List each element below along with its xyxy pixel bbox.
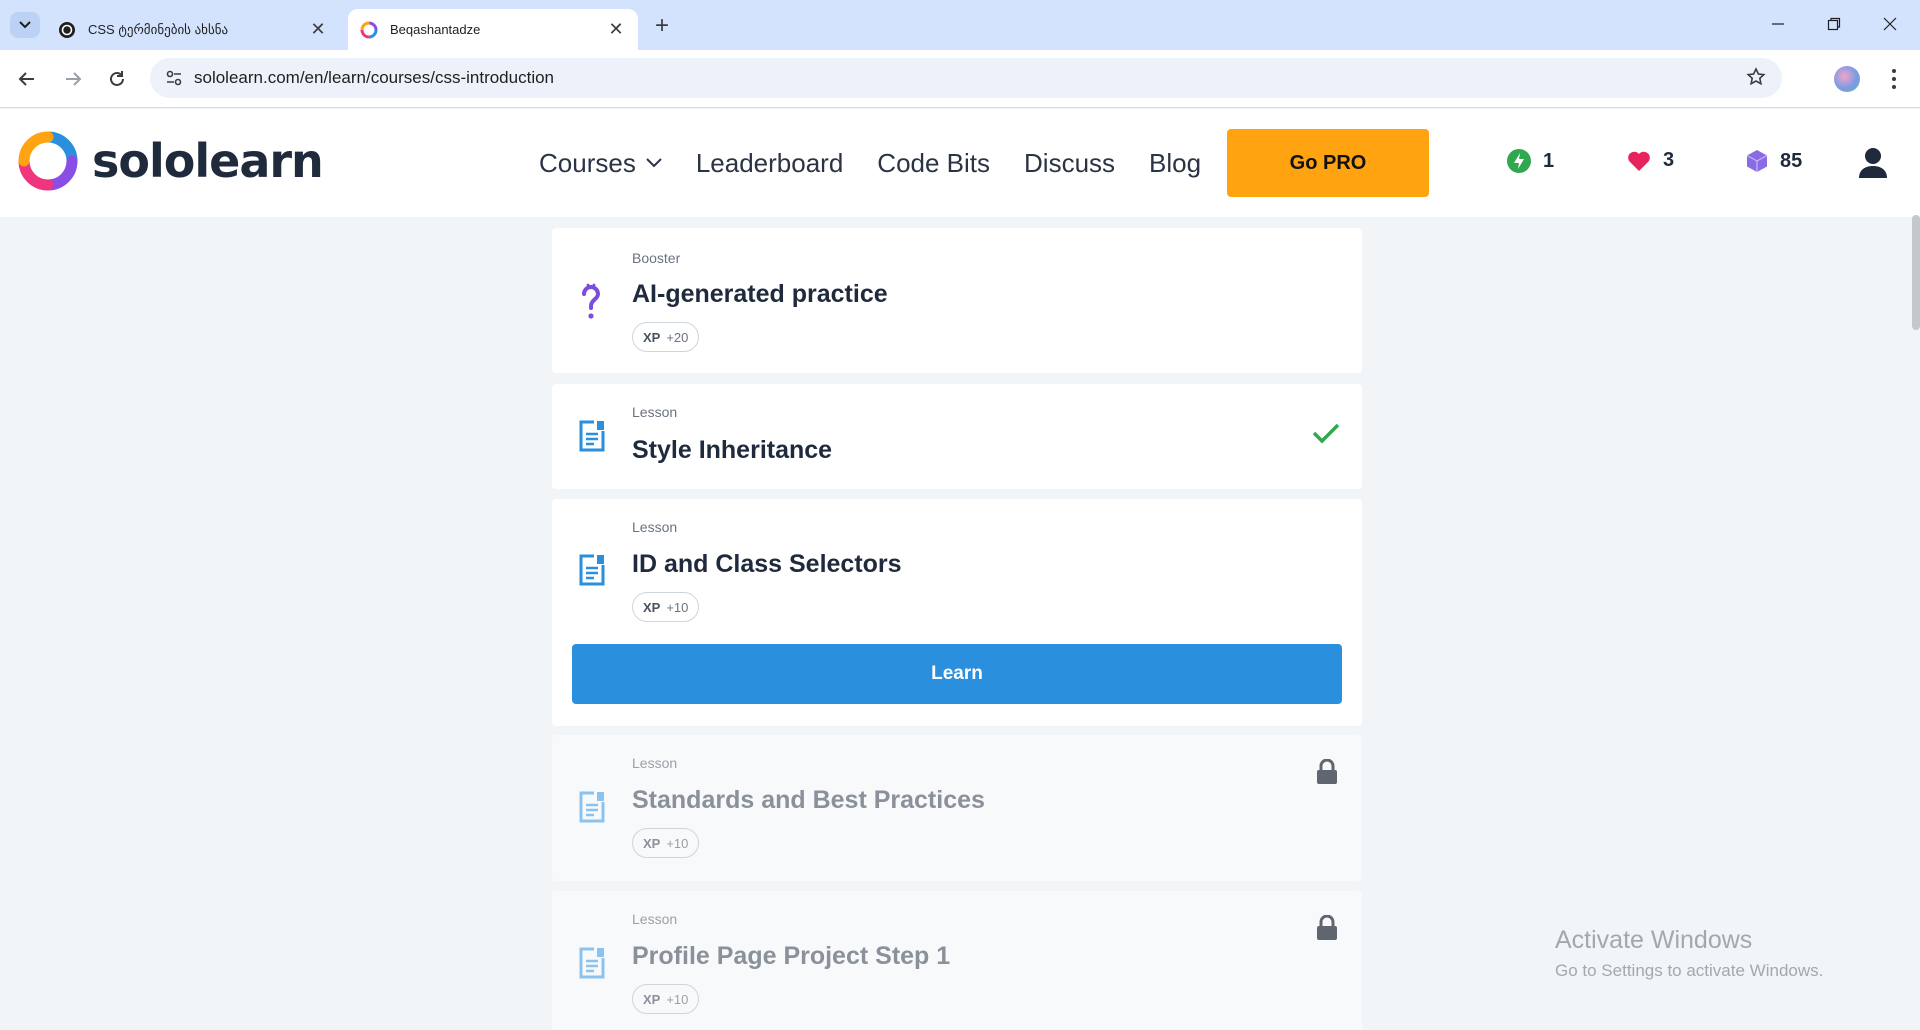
card-type: Lesson (632, 404, 678, 420)
chevron-down-icon (646, 158, 662, 168)
xp-badge: XP +10 (632, 828, 700, 858)
lock-icon (1317, 915, 1337, 940)
page-scrollbar[interactable] (1912, 215, 1920, 330)
card-type: Lesson (632, 755, 678, 771)
close-tab-icon[interactable]: ✕ (308, 19, 328, 40)
hearts-counter[interactable]: 3 (1627, 149, 1674, 172)
nav-courses[interactable]: Courses (539, 148, 662, 179)
card-type: Lesson (632, 911, 678, 927)
nav-courses-label: Courses (539, 147, 636, 178)
reload-icon (110, 71, 124, 86)
close-icon (1883, 17, 1897, 31)
go-pro-button[interactable]: Go PRO (1227, 129, 1429, 197)
xp-badge: XP +20 (632, 322, 700, 352)
xp-badge: XP +10 (632, 984, 700, 1014)
cube-icon (1746, 150, 1768, 172)
card-type: Lesson (632, 519, 678, 535)
url-text: sololearn.com/en/learn/courses/css-intro… (194, 68, 555, 87)
lesson-icon (579, 554, 605, 586)
lesson-icon (579, 947, 605, 979)
nav-leaderboard[interactable]: Leaderboard (696, 148, 843, 179)
new-tab-button[interactable]: + (648, 12, 676, 40)
arrow-right-icon (66, 72, 82, 86)
logo-text: sololearn (92, 134, 324, 188)
windows-activation-watermark: Activate Windows Go to Settings to activ… (1555, 926, 1823, 981)
xp-value: +10 (666, 599, 689, 615)
card-title: Style Inheritance (632, 436, 833, 464)
user-icon (1859, 148, 1887, 178)
card-title: Profile Page Project Step 1 (632, 942, 951, 970)
bits-value: 85 (1780, 149, 1803, 172)
nav-discuss[interactable]: Discuss (1024, 148, 1115, 179)
minimize-icon (1772, 23, 1784, 25)
hearts-value: 3 (1663, 149, 1675, 171)
tab-css-terms[interactable]: CSS ტერმინების ახსნა ✕ (46, 9, 340, 50)
site-header: sololearn Courses Leaderboard Code Bits … (0, 109, 1920, 217)
sololearn-favicon (360, 21, 378, 38)
learn-button[interactable]: Learn (572, 644, 1342, 704)
nav-code-bits[interactable]: Code Bits (877, 148, 990, 179)
card-title: ID and Class Selectors (632, 550, 902, 578)
watermark-subtitle: Go to Settings to activate Windows. (1555, 961, 1824, 980)
tab-sololearn[interactable]: Beqashantadze ✕ (348, 9, 638, 50)
booster-card[interactable]: Booster AI-generated practice XP +20 (552, 228, 1362, 373)
lock-icon (1317, 759, 1337, 784)
xp-badge: XP +10 (632, 592, 700, 622)
arrow-left-icon (18, 72, 34, 86)
nav-blog[interactable]: Blog (1149, 148, 1201, 179)
close-tab-icon[interactable]: ✕ (606, 19, 626, 40)
reload-button[interactable] (100, 62, 134, 96)
browser-tab-bar: CSS ტერმინების ახსნა ✕ Beqashantadze ✕ + (0, 0, 1920, 50)
card-title: AI-generated practice (632, 280, 888, 308)
card-type: Booster (632, 250, 681, 266)
lesson-card-locked[interactable]: Lesson Profile Page Project Step 1 XP +1… (552, 891, 1362, 1030)
url-field[interactable]: sololearn.com/en/learn/courses/css-intro… (150, 58, 1782, 98)
forward-button[interactable] (56, 62, 90, 96)
browser-profile-avatar[interactable] (1834, 66, 1860, 92)
back-button[interactable] (10, 62, 44, 96)
sololearn-logo[interactable]: sololearn (18, 131, 324, 191)
xp-label: XP (643, 329, 661, 345)
browser-menu-icon[interactable] (1884, 64, 1904, 94)
restore-button[interactable] (1806, 0, 1862, 48)
close-window-button[interactable] (1862, 0, 1918, 48)
address-bar-row: sololearn.com/en/learn/courses/css-intro… (0, 50, 1920, 108)
lesson-card-current[interactable]: Lesson ID and Class Selectors XP +10 Lea… (552, 499, 1362, 726)
site-settings-icon[interactable] (154, 69, 194, 87)
card-title: Standards and Best Practices (632, 786, 985, 814)
lesson-card-locked[interactable]: Lesson Standards and Best Practices XP +… (552, 735, 1362, 881)
bits-counter[interactable]: 85 (1746, 149, 1802, 173)
xp-label: XP (643, 991, 661, 1007)
chatgpt-icon (59, 21, 75, 38)
chevron-down-icon (19, 21, 31, 29)
user-profile-button[interactable] (1858, 147, 1888, 184)
checkmark-icon (1312, 423, 1340, 444)
main-nav: Courses Leaderboard Code Bits Discuss Bl… (539, 109, 1201, 217)
lesson-icon (579, 791, 605, 823)
restore-icon (1827, 17, 1841, 31)
watermark-title: Activate Windows (1555, 926, 1753, 954)
minimize-button[interactable] (1750, 0, 1806, 48)
lesson-icon (579, 420, 605, 452)
tab-title: Beqashantadze (390, 22, 481, 37)
streak-counter[interactable]: 1 (1507, 149, 1554, 173)
xp-label: XP (643, 599, 661, 615)
streak-value: 1 (1543, 149, 1555, 172)
sololearn-logo-icon (18, 131, 78, 191)
bookmark-star-icon[interactable] (1746, 67, 1766, 92)
question-icon (582, 283, 601, 319)
xp-value: +10 (666, 991, 689, 1007)
xp-value: +20 (666, 329, 689, 345)
tab-title: CSS ტერმინების ახსნა (88, 21, 229, 37)
xp-value: +10 (666, 835, 689, 851)
tab-search-button[interactable] (10, 12, 40, 38)
lightning-icon (1507, 149, 1531, 173)
heart-icon (1628, 151, 1650, 171)
lesson-card[interactable]: Lesson Style Inheritance (552, 384, 1362, 489)
xp-label: XP (643, 835, 661, 851)
